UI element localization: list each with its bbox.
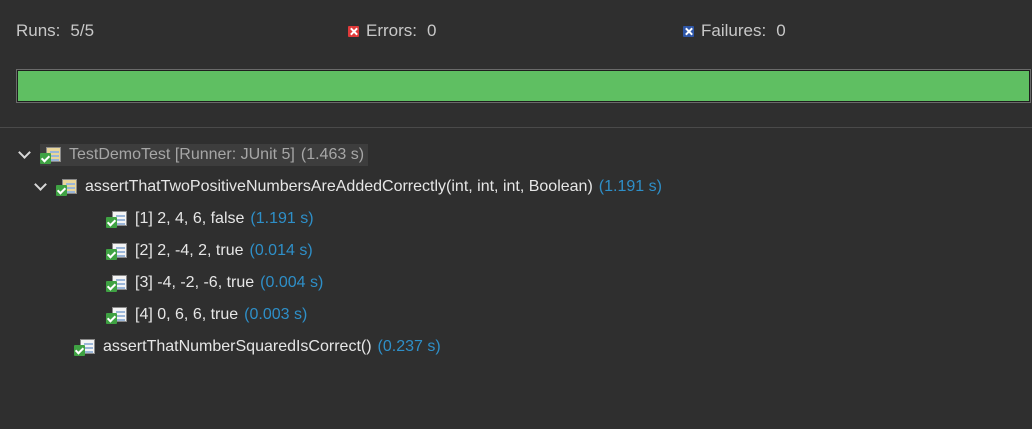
invocation-name: [1] 2, 4, 6, false — [135, 209, 245, 227]
test-method-time: (0.237 s) — [377, 337, 441, 355]
invocation-time: (0.014 s) — [249, 241, 313, 259]
errors-value: 0 — [427, 21, 437, 40]
test-class-name: TestDemoTest [Runner: JUnit 5] — [69, 145, 295, 163]
error-x-icon — [348, 25, 359, 37]
errors-label: Errors: — [366, 21, 417, 40]
invocation-time: (0.004 s) — [260, 273, 324, 291]
runs-counter: Runs: 5/5 — [16, 20, 94, 42]
junit-results-panel: Runs: 5/5 Errors: 0 Failures: 0 TestDemo… — [0, 0, 1032, 429]
test-method-name: assertThatTwoPositiveNumbersAreAddedCorr… — [85, 177, 593, 195]
test-run-summary: Runs: 5/5 Errors: 0 Failures: 0 — [0, 0, 1032, 62]
failures-value: 0 — [776, 21, 786, 40]
runs-label: Runs: — [16, 21, 61, 40]
test-suite-passed-icon — [40, 145, 62, 165]
invocation-time: (0.003 s) — [244, 305, 308, 323]
divider — [0, 127, 1032, 128]
tree-node-invocation[interactable]: [1] 2, 4, 6, false (1.191 s) — [106, 204, 314, 233]
failures-label: Failures: — [701, 21, 767, 40]
invocation-name: [4] 0, 6, 6, true — [135, 305, 239, 323]
test-progress-bar — [16, 69, 1031, 103]
test-progress-fill — [18, 71, 1029, 101]
runs-value: 5/5 — [70, 21, 95, 40]
test-method-time: (1.191 s) — [598, 177, 662, 195]
tree-node-test-method[interactable]: assertThatNumberSquaredIsCorrect() (0.23… — [74, 332, 441, 361]
chevron-down-icon[interactable] — [14, 145, 36, 165]
test-passed-icon — [106, 209, 128, 229]
test-class-time: (1.463 s) — [300, 145, 365, 163]
tree-node-parameterized-method[interactable]: assertThatTwoPositiveNumbersAreAddedCorr… — [14, 172, 662, 201]
test-passed-icon — [106, 305, 128, 325]
failures-counter: Failures: 0 — [683, 20, 786, 42]
test-passed-icon — [106, 273, 128, 293]
test-suite-passed-icon — [56, 177, 78, 197]
test-passed-icon — [106, 241, 128, 261]
errors-counter: Errors: 0 — [348, 20, 436, 42]
chevron-down-icon[interactable] — [30, 177, 52, 197]
failure-x-icon — [683, 25, 694, 37]
test-passed-icon — [74, 337, 96, 357]
tree-node-test-class-selection: TestDemoTest [Runner: JUnit 5] (1.463 s) — [40, 143, 369, 166]
invocation-time: (1.191 s) — [250, 209, 314, 227]
tree-node-invocation[interactable]: [3] -4, -2, -6, true (0.004 s) — [106, 268, 323, 297]
tree-node-invocation[interactable]: [2] 2, -4, 2, true (0.014 s) — [106, 236, 313, 265]
test-method-name: assertThatNumberSquaredIsCorrect() — [103, 337, 372, 355]
invocation-name: [2] 2, -4, 2, true — [135, 241, 244, 259]
tree-node-invocation[interactable]: [4] 0, 6, 6, true (0.003 s) — [106, 300, 307, 329]
tree-node-test-class[interactable]: TestDemoTest [Runner: JUnit 5] (1.463 s) — [14, 140, 369, 169]
invocation-name: [3] -4, -2, -6, true — [135, 273, 255, 291]
